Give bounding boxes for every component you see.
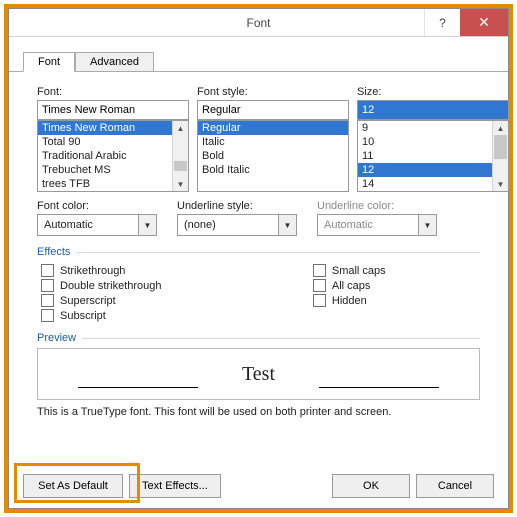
font-listbox[interactable]: Times New Roman Total 90 Traditional Ara… <box>37 120 189 192</box>
size-listbox[interactable]: 9 10 11 12 14 ▲ ▼ <box>357 120 509 192</box>
font-label: Font: <box>37 86 189 98</box>
all-caps-checkbox[interactable]: All caps <box>313 279 476 292</box>
preview-box: Test <box>37 348 480 400</box>
underline-color-label: Underline color: <box>317 200 437 212</box>
list-item[interactable]: 9 <box>358 121 492 135</box>
small-caps-checkbox[interactable]: Small caps <box>313 264 476 277</box>
list-item[interactable]: trees TFB <box>38 177 172 191</box>
list-item[interactable]: Regular <box>198 121 348 135</box>
dialog-title: Font <box>246 16 270 30</box>
list-item[interactable]: Bold <box>198 149 348 163</box>
text-effects-button[interactable]: Text Effects... <box>129 474 221 498</box>
list-item[interactable]: 12 <box>358 163 492 177</box>
font-input[interactable] <box>37 100 189 120</box>
list-item[interactable]: 11 <box>358 149 492 163</box>
list-item[interactable]: Italic <box>198 135 348 149</box>
tab-bar: Font Advanced <box>9 41 508 72</box>
list-item[interactable]: Traditional Arabic <box>38 149 172 163</box>
tab-font[interactable]: Font <box>23 52 75 72</box>
close-icon: ✕ <box>478 14 490 31</box>
font-style-input[interactable] <box>197 100 349 120</box>
scroll-down-icon[interactable]: ▼ <box>173 177 188 191</box>
list-item[interactable]: Times New Roman <box>38 121 172 135</box>
scroll-thumb[interactable] <box>174 161 187 171</box>
size-input[interactable] <box>357 100 509 120</box>
ok-button[interactable]: OK <box>332 474 410 498</box>
chevron-down-icon: ▼ <box>278 215 296 235</box>
effects-label: Effects <box>37 246 76 258</box>
help-button[interactable]: ? <box>424 9 460 36</box>
scroll-up-icon[interactable]: ▲ <box>493 121 508 135</box>
list-item[interactable]: 14 <box>358 177 492 191</box>
font-color-label: Font color: <box>37 200 157 212</box>
scroll-down-icon[interactable]: ▼ <box>493 177 508 191</box>
preview-text: Test <box>242 363 275 386</box>
chevron-down-icon: ▼ <box>418 215 436 235</box>
scroll-thumb[interactable] <box>494 135 507 159</box>
list-item[interactable]: Total 90 <box>38 135 172 149</box>
set-as-default-button[interactable]: Set As Default <box>23 474 123 498</box>
superscript-checkbox[interactable]: Superscript <box>41 294 313 307</box>
preview-label: Preview <box>37 332 82 344</box>
size-label: Size: <box>357 86 509 98</box>
font-style-label: Font style: <box>197 86 349 98</box>
list-item[interactable]: Bold Italic <box>198 163 348 177</box>
list-item[interactable]: Trebuchet MS <box>38 163 172 177</box>
font-hint: This is a TrueType font. This font will … <box>37 406 480 418</box>
underline-color-combo: Automatic ▼ <box>317 214 437 236</box>
underline-style-combo[interactable]: (none) ▼ <box>177 214 297 236</box>
tab-advanced[interactable]: Advanced <box>75 52 154 72</box>
chevron-down-icon: ▼ <box>138 215 156 235</box>
scroll-up-icon[interactable]: ▲ <box>173 121 188 135</box>
font-color-combo[interactable]: Automatic ▼ <box>37 214 157 236</box>
underline-style-label: Underline style: <box>177 200 297 212</box>
scrollbar[interactable]: ▲ ▼ <box>492 121 508 191</box>
font-dialog: Font ? ✕ Font Advanced Font: Times New R… <box>8 8 509 509</box>
cancel-button[interactable]: Cancel <box>416 474 494 498</box>
list-item[interactable]: 10 <box>358 135 492 149</box>
titlebar: Font ? ✕ <box>9 9 508 37</box>
dialog-footer: Set As Default Text Effects... OK Cancel <box>9 464 508 508</box>
font-style-listbox[interactable]: Regular Italic Bold Bold Italic <box>197 120 349 192</box>
close-button[interactable]: ✕ <box>460 9 508 36</box>
scrollbar[interactable]: ▲ ▼ <box>172 121 188 191</box>
double-strikethrough-checkbox[interactable]: Double strikethrough <box>41 279 313 292</box>
hidden-checkbox[interactable]: Hidden <box>313 294 476 307</box>
strikethrough-checkbox[interactable]: Strikethrough <box>41 264 313 277</box>
subscript-checkbox[interactable]: Subscript <box>41 309 313 322</box>
